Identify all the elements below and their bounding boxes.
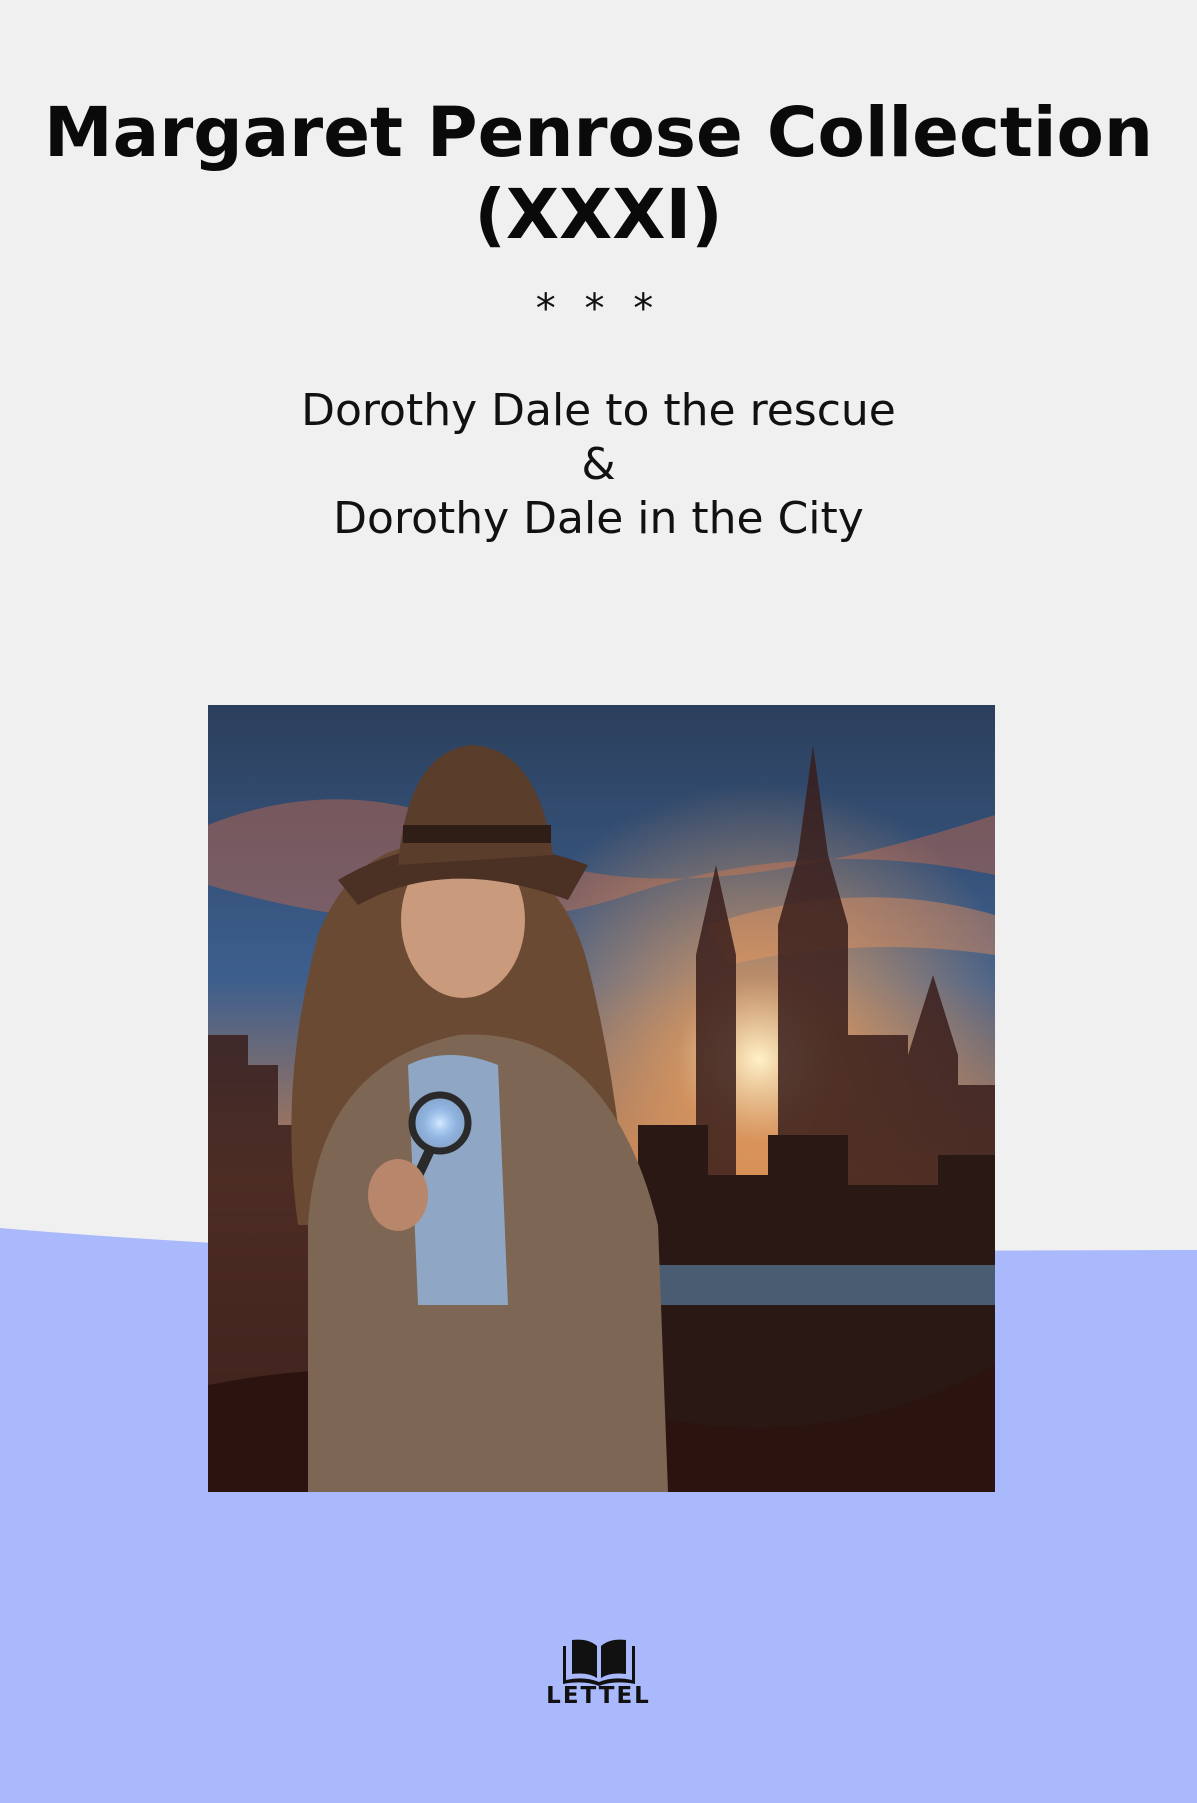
story-title-1: Dorothy Dale to the rescue	[301, 385, 896, 436]
book-title: Margaret Penrose Collection (XXXI)	[0, 92, 1197, 256]
story-list: Dorothy Dale to the rescue & Dorothy Dal…	[0, 384, 1197, 546]
book-title-line2: (XXXI)	[474, 175, 723, 255]
story-title-2: Dorothy Dale in the City	[333, 493, 864, 544]
conjunction: &	[581, 439, 616, 490]
separator: * * *	[535, 286, 662, 332]
cover-illustration	[208, 705, 995, 1492]
book-title-line1: Margaret Penrose Collection	[43, 93, 1154, 173]
publisher-name: LETTEL	[546, 1683, 651, 1709]
